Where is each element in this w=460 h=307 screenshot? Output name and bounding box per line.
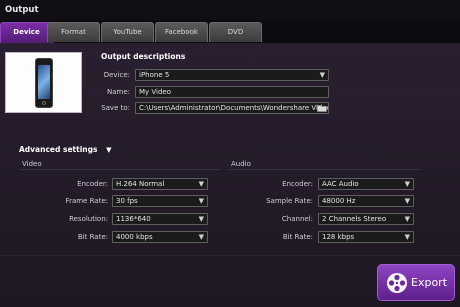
save-path-input[interactable]: C:\Users\Administrator\Documents\Wonders… [135,102,329,114]
footer-divider [0,255,460,256]
audio-bit-rate-value: 128 kbps [322,233,355,241]
save-to-label: Save to: [101,104,130,112]
resolution-value: 1136*640 [116,215,151,223]
name-input-value: My Video [139,88,172,96]
advanced-settings-toggle[interactable]: Advanced settings ▼ [19,145,111,154]
chevron-down-icon: ▼ [198,180,204,188]
resolution-select[interactable]: 1136*640 ▼ [112,213,208,225]
video-bit-rate-select[interactable]: 4000 kbps ▼ [112,231,208,243]
device-label: Device: [103,71,130,79]
chevron-down-icon: ▼ [198,197,204,205]
frame-rate-select[interactable]: 30 fps ▼ [112,195,208,207]
device-select-value: iPhone 5 [139,71,170,79]
chevron-down-icon: ▼ [404,180,410,188]
video-encoder-value: H.264 Normal [116,180,165,188]
export-button-label: Export [411,276,448,289]
audio-encoder-label: Encoder: [282,180,313,188]
device-thumbnail [5,52,82,113]
video-column-title: Video [22,160,42,168]
tab-format[interactable]: Format [47,22,100,42]
audio-divider [229,169,421,170]
video-encoder-label: Encoder: [77,180,108,188]
video-bit-rate-value: 4000 kbps [116,233,153,241]
export-button[interactable]: Export [377,264,455,301]
chevron-down-icon: ▼ [404,215,410,223]
chevron-down-icon: ▼ [198,215,204,223]
phone-icon [35,58,53,108]
frame-rate-label: Frame Rate: [65,197,108,205]
video-bit-rate-label: Bit Rate: [77,233,108,241]
name-label: Name: [106,88,130,96]
video-encoder-select[interactable]: H.264 Normal ▼ [112,178,208,190]
triangle-down-icon: ▼ [106,146,112,154]
channel-select[interactable]: 2 Channels Stereo ▼ [318,213,414,225]
channel-label: Channel: [281,215,313,223]
tab-youtube[interactable]: YouTube [101,22,154,42]
frame-rate-value: 30 fps [116,197,138,205]
tab-bar: Device Format YouTube Facebook DVD [0,20,460,43]
sample-rate-value: 48000 Hz [322,197,356,205]
chevron-down-icon: ▼ [319,71,325,79]
audio-encoder-value: AAC Audio [322,180,359,188]
sample-rate-label: Sample Rate: [266,197,313,205]
tab-device[interactable]: Device [0,22,53,43]
audio-column-title: Audio [231,160,251,168]
advanced-settings-heading: Advanced settings [19,145,98,154]
output-descriptions-heading: Output descriptions [101,52,186,61]
tab-dvd[interactable]: DVD [209,22,262,42]
window-title: Output [0,0,460,20]
device-select[interactable]: iPhone 5 ▼ [135,69,329,81]
audio-encoder-select[interactable]: AAC Audio ▼ [318,178,414,190]
resolution-label: Resolution: [69,215,108,223]
name-input[interactable]: My Video [135,86,329,98]
audio-bit-rate-label: Bit Rate: [282,233,313,241]
chevron-down-icon: ▼ [198,233,204,241]
channel-value: 2 Channels Stereo [322,215,387,223]
tab-facebook[interactable]: Facebook [155,22,208,42]
save-path-value: C:\Users\Administrator\Documents\Wonders… [139,104,328,112]
sample-rate-select[interactable]: 48000 Hz ▼ [318,195,414,207]
folder-icon[interactable] [317,104,327,112]
chevron-down-icon: ▼ [404,233,410,241]
audio-bit-rate-select[interactable]: 128 kbps ▼ [318,231,414,243]
film-reel-icon [387,273,407,293]
chevron-down-icon: ▼ [404,197,410,205]
video-divider [20,169,220,170]
